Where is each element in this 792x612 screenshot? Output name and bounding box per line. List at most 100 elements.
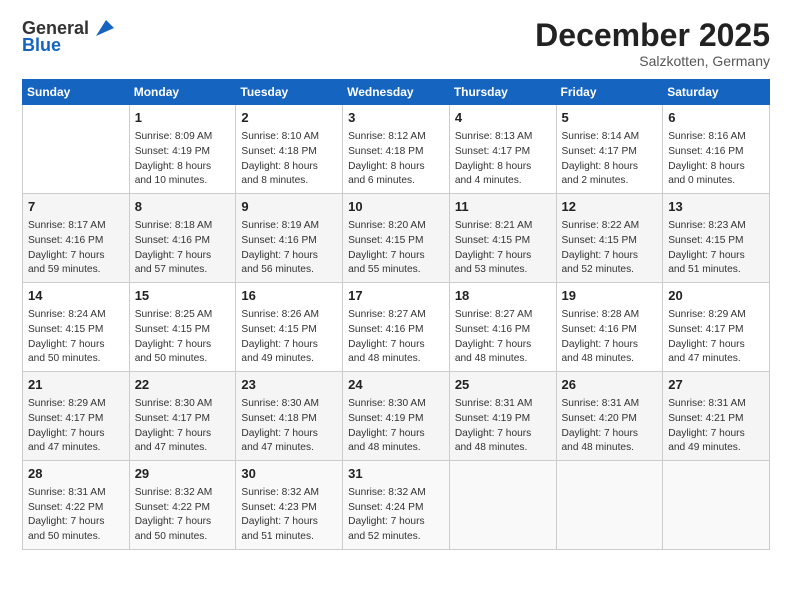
page: General Blue December 2025 Salzkotten, G… [0, 0, 792, 612]
day-info: Daylight: 7 hours [28, 338, 124, 353]
logo-blue: Blue [22, 35, 61, 56]
day-info: Sunset: 4:16 PM [348, 323, 444, 338]
day-info: Daylight: 7 hours [668, 249, 764, 264]
day-info: Daylight: 7 hours [562, 249, 658, 264]
day-info: Sunrise: 8:27 AM [348, 308, 444, 323]
table-row: 31Sunrise: 8:32 AMSunset: 4:24 PMDayligh… [343, 461, 450, 550]
table-row: 24Sunrise: 8:30 AMSunset: 4:19 PMDayligh… [343, 372, 450, 461]
table-row: 4Sunrise: 8:13 AMSunset: 4:17 PMDaylight… [449, 105, 556, 194]
day-info: Daylight: 7 hours [455, 427, 551, 442]
day-info: and 47 minutes. [668, 352, 764, 367]
day-info: Sunrise: 8:23 AM [668, 219, 764, 234]
day-info: and 49 minutes. [241, 352, 337, 367]
table-row: 13Sunrise: 8:23 AMSunset: 4:15 PMDayligh… [663, 194, 770, 283]
day-info: Sunrise: 8:17 AM [28, 219, 124, 234]
day-info: and 47 minutes. [241, 441, 337, 456]
day-info: Daylight: 7 hours [668, 427, 764, 442]
day-info: Sunset: 4:15 PM [348, 234, 444, 249]
day-info: Sunrise: 8:12 AM [348, 130, 444, 145]
table-row: 2Sunrise: 8:10 AMSunset: 4:18 PMDaylight… [236, 105, 343, 194]
table-row: 7Sunrise: 8:17 AMSunset: 4:16 PMDaylight… [23, 194, 130, 283]
day-info: Sunrise: 8:31 AM [668, 397, 764, 412]
day-info: Daylight: 7 hours [241, 427, 337, 442]
day-info: Sunrise: 8:29 AM [28, 397, 124, 412]
day-number: 23 [241, 376, 337, 395]
calendar-week-row: 21Sunrise: 8:29 AMSunset: 4:17 PMDayligh… [23, 372, 770, 461]
day-info: Sunset: 4:21 PM [668, 412, 764, 427]
day-info: Daylight: 7 hours [348, 338, 444, 353]
day-info: Daylight: 7 hours [348, 427, 444, 442]
day-info: Daylight: 7 hours [455, 249, 551, 264]
day-info: Sunrise: 8:27 AM [455, 308, 551, 323]
day-info: and 53 minutes. [455, 263, 551, 278]
table-row: 25Sunrise: 8:31 AMSunset: 4:19 PMDayligh… [449, 372, 556, 461]
table-row: 17 Sunrise: 8:27 AMSunset: 4:16 PMDayligh… [343, 283, 450, 372]
day-number: 25 [455, 376, 551, 395]
title-block: December 2025 Salzkotten, Germany [535, 18, 770, 69]
table-row: 22Sunrise: 8:30 AMSunset: 4:17 PMDayligh… [129, 372, 236, 461]
day-info: Sunrise: 8:25 AM [135, 308, 231, 323]
day-number: 15 [135, 287, 231, 306]
table-row: 18Sunrise: 8:27 AMSunset: 4:16 PMDayligh… [449, 283, 556, 372]
day-info: and 4 minutes. [455, 174, 551, 189]
day-number: 2 [241, 109, 337, 128]
day-info: Sunset: 4:19 PM [348, 412, 444, 427]
day-number: 16 [241, 287, 337, 306]
day-info: Sunrise: 8:16 AM [668, 130, 764, 145]
day-number: 14 [28, 287, 124, 306]
day-number: 4 [455, 109, 551, 128]
day-number: 17 [348, 287, 444, 306]
day-info: Sunrise: 8:32 AM [241, 486, 337, 501]
day-info: Sunrise: 8:30 AM [348, 397, 444, 412]
calendar-week-row: 7 Sunrise: 8:17 AMSunset: 4:16 PM Daylight… [23, 194, 770, 283]
day-number: 30 [241, 465, 337, 484]
table-row: 20Sunrise: 8:29 AMSunset: 4:17 PMDayligh… [663, 283, 770, 372]
col-sunday: Sunday [23, 80, 130, 105]
day-info: and 10 minutes. [135, 174, 231, 189]
day-info: Daylight: 8 hours [135, 160, 231, 175]
day-number: 27 [668, 376, 764, 395]
day-info: and 59 minutes. [28, 263, 124, 278]
day-info: and 50 minutes. [28, 530, 124, 545]
day-info: Sunset: 4:15 PM [668, 234, 764, 249]
day-info: Sunset: 4:18 PM [241, 412, 337, 427]
day-info: Sunset: 4:15 PM [562, 234, 658, 249]
day-info: Sunset: 4:17 PM [135, 412, 231, 427]
day-number: 29 [135, 465, 231, 484]
day-info: Daylight: 7 hours [348, 249, 444, 264]
day-info: and 47 minutes. [28, 441, 124, 456]
table-row: 23Sunrise: 8:30 AMSunset: 4:18 PMDayligh… [236, 372, 343, 461]
table-row: 16Sunrise: 8:26 AMSunset: 4:15 PMDayligh… [236, 283, 343, 372]
day-info: Daylight: 7 hours [668, 338, 764, 353]
logo: General Blue [22, 18, 114, 56]
day-info: and 48 minutes. [562, 441, 658, 456]
table-row: 12Sunrise: 8:22 AMSunset: 4:15 PMDayligh… [556, 194, 663, 283]
calendar-header-row: Sunday Monday Tuesday Wednesday Thursday… [23, 80, 770, 105]
day-info: Sunrise: 8:09 AM [135, 130, 231, 145]
day-info: Daylight: 8 hours [562, 160, 658, 175]
day-info: Sunset: 4:17 PM [668, 323, 764, 338]
day-info: Sunset: 4:16 PM [28, 234, 124, 249]
day-info: Sunset: 4:15 PM [455, 234, 551, 249]
day-number: 26 [562, 376, 658, 395]
day-info: and 48 minutes. [455, 441, 551, 456]
day-info: Sunset: 4:20 PM [562, 412, 658, 427]
day-info: Sunrise: 8:31 AM [28, 486, 124, 501]
day-info: and 55 minutes. [348, 263, 444, 278]
month-title: December 2025 [535, 18, 770, 53]
day-info: and 48 minutes. [348, 441, 444, 456]
day-info: Sunrise: 8:30 AM [135, 397, 231, 412]
table-row: 9Sunrise: 8:19 AMSunset: 4:16 PMDaylight… [236, 194, 343, 283]
day-info: Sunrise: 8:14 AM [562, 130, 658, 145]
day-info: Sunrise: 8:19 AM [241, 219, 337, 234]
day-info: Sunrise: 8:22 AM [562, 219, 658, 234]
day-number: 5 [562, 109, 658, 128]
day-info: and 48 minutes. [455, 352, 551, 367]
day-info: and 2 minutes. [562, 174, 658, 189]
table-row: 6Sunrise: 8:16 AMSunset: 4:16 PMDaylight… [663, 105, 770, 194]
day-info: Sunset: 4:23 PM [241, 501, 337, 516]
day-info: and 49 minutes. [668, 441, 764, 456]
day-info: Sunset: 4:24 PM [348, 501, 444, 516]
day-info: Sunset: 4:15 PM [241, 323, 337, 338]
day-number: 7 [28, 198, 124, 217]
